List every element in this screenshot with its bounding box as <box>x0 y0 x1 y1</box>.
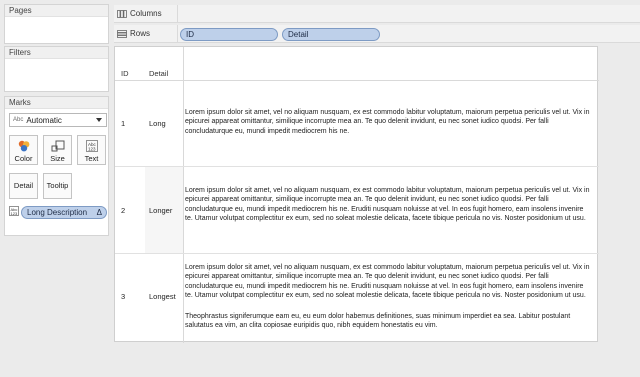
table-row[interactable]: 3 Longest Lorem ipsum dolor sit amet, ve… <box>115 254 599 342</box>
tooltip-label: Tooltip <box>46 181 69 190</box>
row-description-extra: Theophrastus signiferumque eam eu, eu eu… <box>185 313 571 330</box>
columns-icon <box>117 9 127 18</box>
filters-card[interactable]: Filters <box>4 46 109 92</box>
view-area: ID Detail 1 Long Lorem ipsum dolor sit a… <box>114 46 599 343</box>
size-label: Size <box>50 154 65 163</box>
detail-button[interactable]: Detail <box>9 173 38 199</box>
row-id: 3 <box>121 292 126 301</box>
detail-label: Detail <box>13 181 34 190</box>
size-button[interactable]: Size <box>43 135 72 165</box>
text-mark-icon: Abc 123 <box>9 206 21 218</box>
pages-card[interactable]: Pages <box>4 4 109 44</box>
text-label-icon: Abc 123 <box>78 139 105 154</box>
mark-type-dropdown[interactable]: Abc Automatic <box>9 113 107 127</box>
columns-shelf[interactable]: Columns <box>114 4 640 23</box>
delta-icon: Δ <box>96 207 102 217</box>
row-description: Lorem ipsum dolor sit amet, vel no aliqu… <box>185 187 590 223</box>
mark-type-value: Automatic <box>26 115 62 125</box>
header-id: ID <box>121 69 129 78</box>
long-description-label: Long Description <box>27 207 88 217</box>
row-id: 2 <box>121 206 126 215</box>
table-header: ID Detail <box>115 47 599 81</box>
marks-title: Marks <box>5 97 108 109</box>
row-description: Lorem ipsum dolor sit amet, vel no aliqu… <box>185 109 590 135</box>
header-detail: Detail <box>149 69 169 78</box>
svg-text:123: 123 <box>11 211 18 216</box>
columns-label: Columns <box>130 9 162 18</box>
rows-icon <box>117 29 127 38</box>
rows-shelf-label: Rows <box>114 24 178 43</box>
pages-title: Pages <box>5 5 108 17</box>
long-description-pill[interactable]: Long Description Δ <box>21 205 107 219</box>
columns-shelf-label: Columns <box>114 4 178 23</box>
row-id: 1 <box>121 119 126 128</box>
color-palette-icon <box>10 139 37 154</box>
text-label: Text <box>84 154 99 163</box>
filters-title: Filters <box>5 47 108 59</box>
color-label: Color <box>14 154 33 163</box>
marks-card: Marks Abc Automatic Color Size Abc 123 T… <box>4 96 109 236</box>
text-button[interactable]: Abc 123 Text <box>77 135 106 165</box>
rows-pill-id[interactable]: ID <box>180 28 278 41</box>
left-panel: Pages Filters Marks Abc Automatic Color <box>0 0 112 377</box>
abc-icon: Abc <box>13 117 24 123</box>
tooltip-button[interactable]: Tooltip <box>43 173 72 199</box>
chevron-down-icon <box>96 118 102 122</box>
rows-pill-detail[interactable]: Detail <box>282 28 380 41</box>
color-button[interactable]: Color <box>9 135 38 165</box>
row-detail: Longer <box>149 206 173 215</box>
table-row[interactable]: 1 Long Lorem ipsum dolor sit amet, vel n… <box>115 81 599 167</box>
row-detail: Longest <box>149 292 176 301</box>
rows-label: Rows <box>130 29 151 38</box>
row-description: Lorem ipsum dolor sit amet, vel no aliqu… <box>185 264 590 300</box>
table-row[interactable]: 2 Longer Lorem ipsum dolor sit amet, vel… <box>115 167 599 254</box>
row-detail: Long <box>149 119 166 128</box>
rows-shelf[interactable]: Rows ID Detail <box>114 24 640 43</box>
svg-text:123: 123 <box>88 147 96 152</box>
mark-field-row: Abc 123 Long Description Δ <box>9 205 107 219</box>
size-icon <box>44 139 71 154</box>
